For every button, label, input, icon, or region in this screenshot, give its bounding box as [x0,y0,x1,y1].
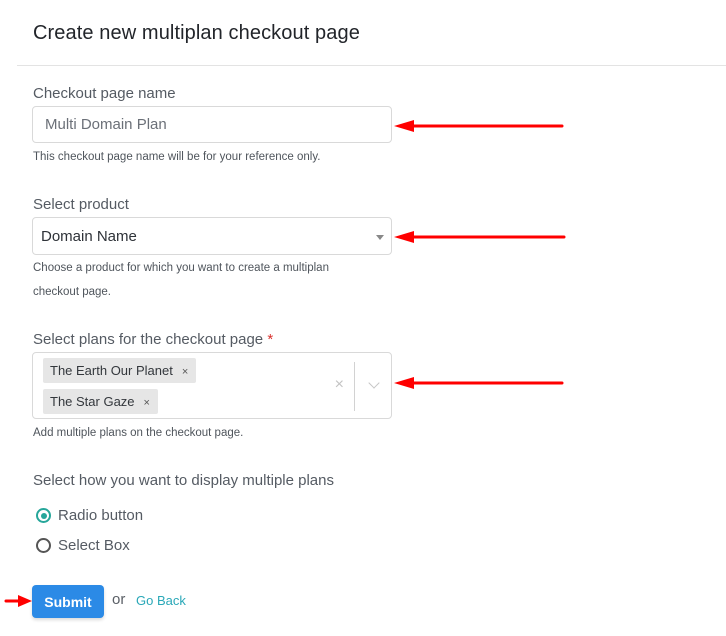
indicator-separator [354,362,355,411]
radio-option-radio-button[interactable]: Radio button [36,507,143,524]
plan-tag-label: The Earth Our Planet [50,363,173,378]
annotation-arrow-2 [394,231,566,243]
page-title: Create new multiplan checkout page [33,22,360,44]
go-back-link[interactable]: Go Back [136,593,186,608]
plan-tag-label: The Star Gaze [50,394,135,409]
header-divider [17,65,726,66]
product-label: Select product [33,196,129,213]
radio-option-select-box[interactable]: Select Box [36,537,130,554]
product-help-line2: checkout page. [33,286,112,298]
clear-all-icon[interactable]: × [335,375,344,395]
radio-option-label: Radio button [58,507,144,524]
annotation-arrow-4 [4,595,32,607]
required-asterisk: * [267,331,274,348]
radio-option-label: Select Box [58,537,130,554]
checkout-name-label: Checkout page name [33,85,176,102]
remove-tag-icon[interactable]: × [144,391,150,416]
plans-help: Add multiple plans on the checkout page. [33,427,244,439]
checkout-name-help: This checkout page name will be for your… [33,151,321,163]
chevron-down-icon[interactable] [368,377,380,389]
plans-label: Select plans for the checkout page * [33,331,273,348]
remove-tag-icon[interactable]: × [182,360,188,385]
product-selected-value: Domain Name [41,228,137,245]
annotation-arrow-1 [394,120,564,132]
caret-down-icon [376,235,384,240]
plans-label-text: Select plans for the checkout page [33,331,264,348]
plans-multiselect[interactable]: The Earth Our Planet × The Star Gaze × × [32,352,392,419]
or-text: or [112,591,126,608]
plan-tag: The Earth Our Planet × [43,358,197,385]
annotation-arrow-3 [394,377,564,389]
radio-unchecked-icon[interactable] [36,538,51,553]
checkout-name-input[interactable]: Multi Domain Plan [32,106,392,143]
plan-tag: The Star Gaze × [43,389,158,414]
product-help-line1: Choose a product for which you want to c… [33,262,329,274]
product-select[interactable]: Domain Name [32,217,392,255]
radio-checked-icon[interactable] [36,508,51,523]
display-mode-label: Select how you want to display multiple … [33,472,334,489]
submit-button[interactable]: Submit [32,585,104,618]
